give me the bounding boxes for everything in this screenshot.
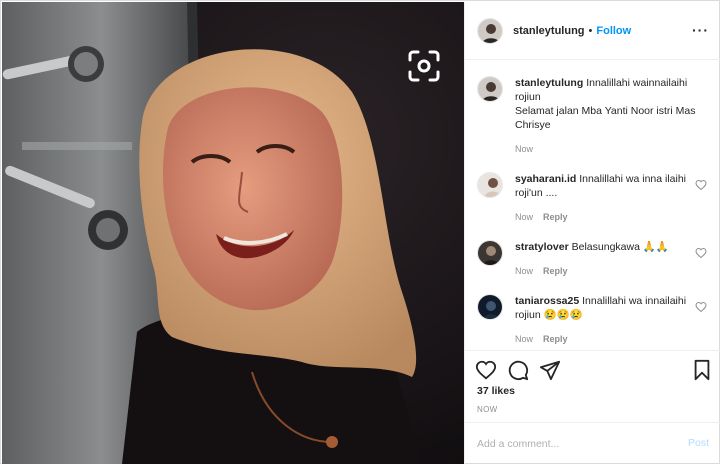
post-sidebar: stanleytulung • Follow ··· stanleytulung… [464,2,720,464]
comment-username[interactable]: taniarossa25 [515,295,579,307]
bookmark-icon[interactable] [691,359,713,381]
avatar[interactable] [477,17,503,44]
caption-body: stanleytulung Innalillahi wainnailaihi r… [515,76,711,132]
post-timestamp: NOW [477,405,498,414]
post-actions: 37 likes NOW [465,350,720,422]
reply-button[interactable]: Reply [543,212,568,222]
comment-meta: Now Reply [515,266,578,276]
add-comment-input[interactable] [477,435,667,453]
post-header: stanleytulung • Follow ··· [465,2,720,60]
heart-icon[interactable] [695,301,707,313]
reply-button[interactable]: Reply [543,334,568,344]
comment-body: syaharani.id Innalillahi wa inna ilaihi … [515,172,695,200]
caption-text-line2: Selamat jalan Mba Yanti Noor istri Mas C… [515,105,696,131]
comment-time: Now [515,334,534,344]
comment-text: Belasungkawa 🙏🙏 [571,241,669,253]
photo-image [2,2,464,464]
comment-meta: Now Reply [515,334,578,344]
heart-icon[interactable] [695,247,707,259]
add-comment-bar: Post [465,422,720,464]
follow-button[interactable]: Follow [596,25,631,37]
avatar[interactable] [477,172,503,198]
caption-username[interactable]: stanleytulung [515,77,583,89]
comment-body: taniarossa25 Innalillahi wa innailaihi r… [515,294,695,322]
post-photo[interactable] [2,2,464,464]
comment-body: stratylover Belasungkawa 🙏🙏 [515,240,695,254]
more-icon[interactable]: ··· [692,22,709,38]
comment-meta: Now Reply [515,212,578,222]
avatar[interactable] [477,240,503,266]
comment-username[interactable]: stratylover [515,241,569,253]
heart-icon[interactable] [475,359,497,381]
comments-list[interactable]: stanleytulung Innalillahi wainnailaihi r… [465,60,720,350]
post-author-username[interactable]: stanleytulung [513,25,585,37]
caption-time: Now [515,144,534,154]
share-icon[interactable] [539,359,561,381]
post-comment-button[interactable]: Post [688,437,709,449]
scan-icon[interactable] [406,48,442,84]
comment-time: Now [515,266,534,276]
comment-username[interactable]: syaharani.id [515,173,576,185]
likes-count[interactable]: 37 likes [477,385,515,397]
instagram-post-modal: stanleytulung • Follow ··· stanleytulung… [0,0,720,464]
comment-time: Now [515,212,534,222]
avatar[interactable] [477,76,503,102]
avatar[interactable] [477,294,503,320]
heart-icon[interactable] [695,179,707,191]
separator-dot: • [588,24,593,37]
caption-meta: Now [515,144,543,154]
comment-icon[interactable] [507,359,529,381]
reply-button[interactable]: Reply [543,266,568,276]
